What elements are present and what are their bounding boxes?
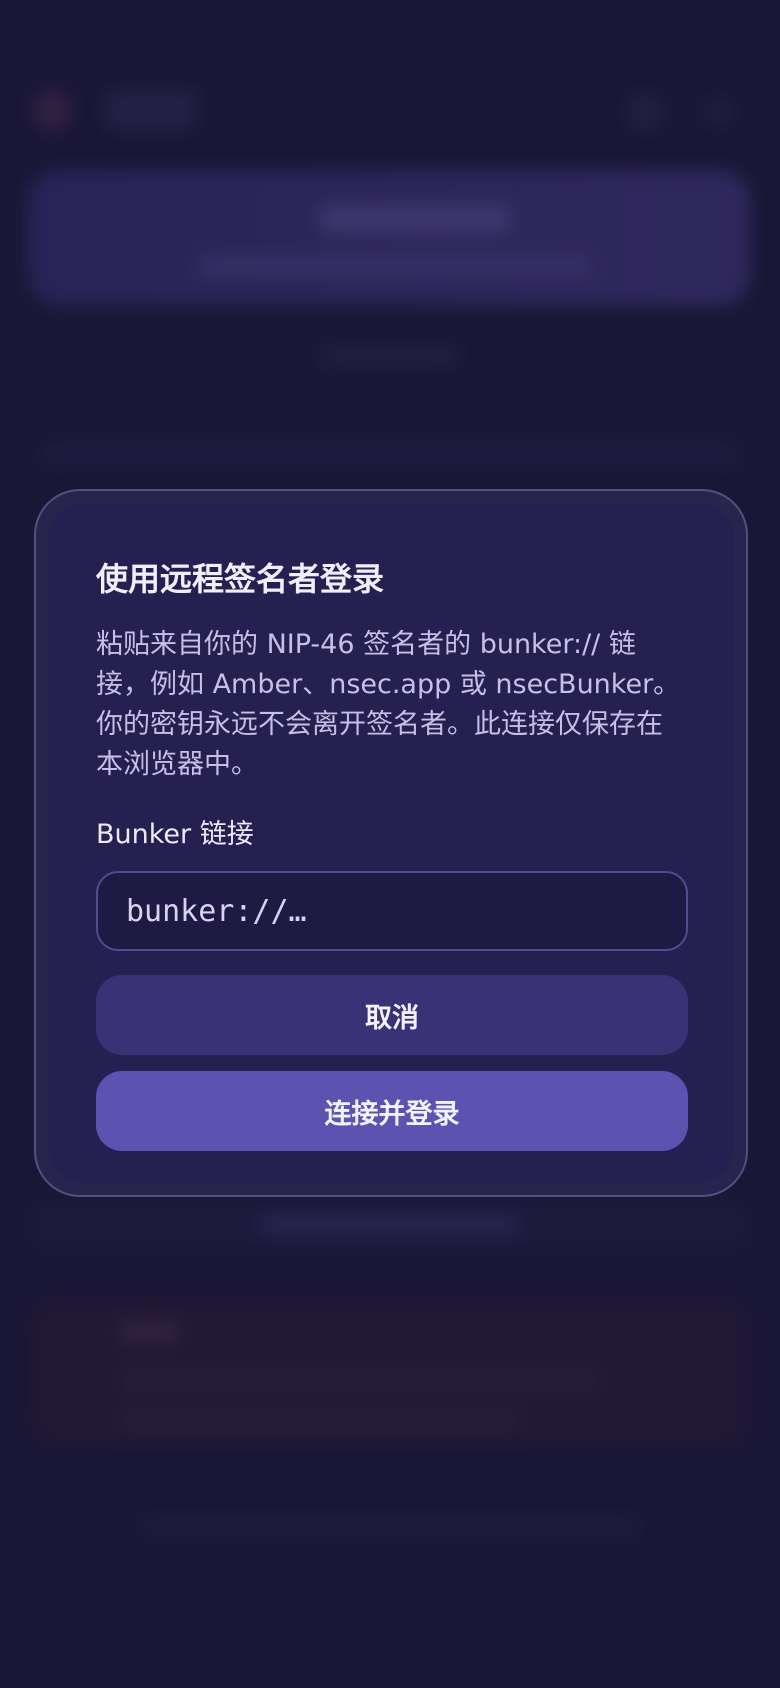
dialog-title: 使用远程签名者登录: [96, 560, 385, 598]
connect-and-login-button[interactable]: 连接并登录: [96, 1071, 688, 1151]
cancel-button[interactable]: 取消: [96, 975, 688, 1055]
remote-signer-login-dialog: 使用远程签名者登录 粘贴来自你的 NIP-46 签名者的 bunker:// 链…: [48, 503, 734, 1183]
dialog-description: 粘贴来自你的 NIP-46 签名者的 bunker:// 链接，例如 Amber…: [96, 629, 681, 780]
screen: 使用远程签名者登录 粘贴来自你的 NIP-46 签名者的 bunker:// 链…: [0, 0, 780, 1688]
modal-frame: 使用远程签名者登录 粘贴来自你的 NIP-46 签名者的 bunker:// 链…: [34, 489, 748, 1197]
bunker-link-label: Bunker 链接: [96, 819, 254, 850]
bunker-link-input[interactable]: [96, 871, 688, 951]
